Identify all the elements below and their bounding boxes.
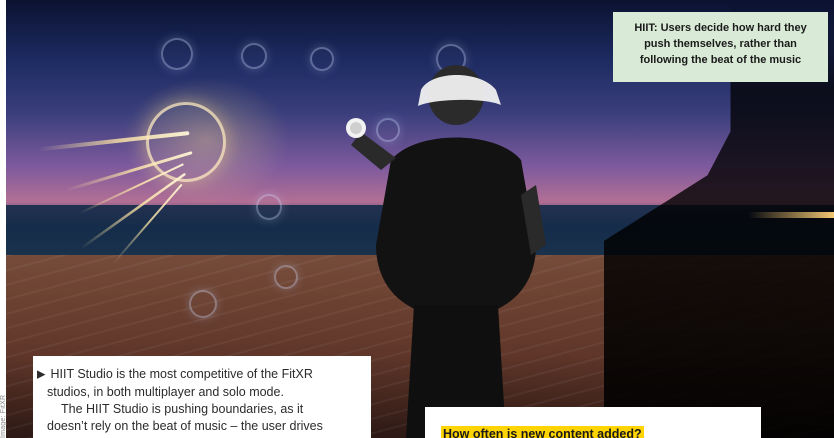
article-line: HIIT Studio is the most competitive of t… (50, 367, 313, 381)
article-line: studios, in both multiplayer and solo mo… (47, 385, 284, 399)
target-bubble (161, 38, 193, 70)
triangle-bullet-icon: ▶ (37, 368, 46, 381)
motion-streaks-graphic (35, 131, 193, 265)
target-bubble (256, 194, 282, 220)
image-credit: Image: FitXR (0, 394, 7, 438)
article-paragraph: The HIIT Studio is pushing boundaries, a… (47, 401, 357, 435)
qa-question: How often is new content added? (441, 426, 644, 438)
photo-caption: HIIT: Users decide how hard they push th… (613, 12, 828, 82)
light-strip (748, 212, 834, 218)
article-line: doesn’t rely on the beat of music – the … (47, 419, 323, 433)
player-silhouette (346, 65, 546, 438)
target-bubble (241, 43, 267, 69)
article-page: HIIT: Users decide how hard they push th… (0, 0, 834, 438)
article-text-box: ▶ HIIT Studio is the most competitive of… (33, 356, 371, 438)
target-bubble (274, 265, 298, 289)
article-paragraph: ▶ HIIT Studio is the most competitive of… (37, 366, 357, 401)
caption-text: HIIT: Users decide how hard they push th… (634, 22, 807, 66)
article-line: The HIIT Studio is pushing boundaries, a… (61, 402, 304, 416)
qa-box: How often is new content added? (425, 407, 761, 438)
target-bubble (189, 290, 217, 318)
target-bubble (310, 47, 334, 71)
